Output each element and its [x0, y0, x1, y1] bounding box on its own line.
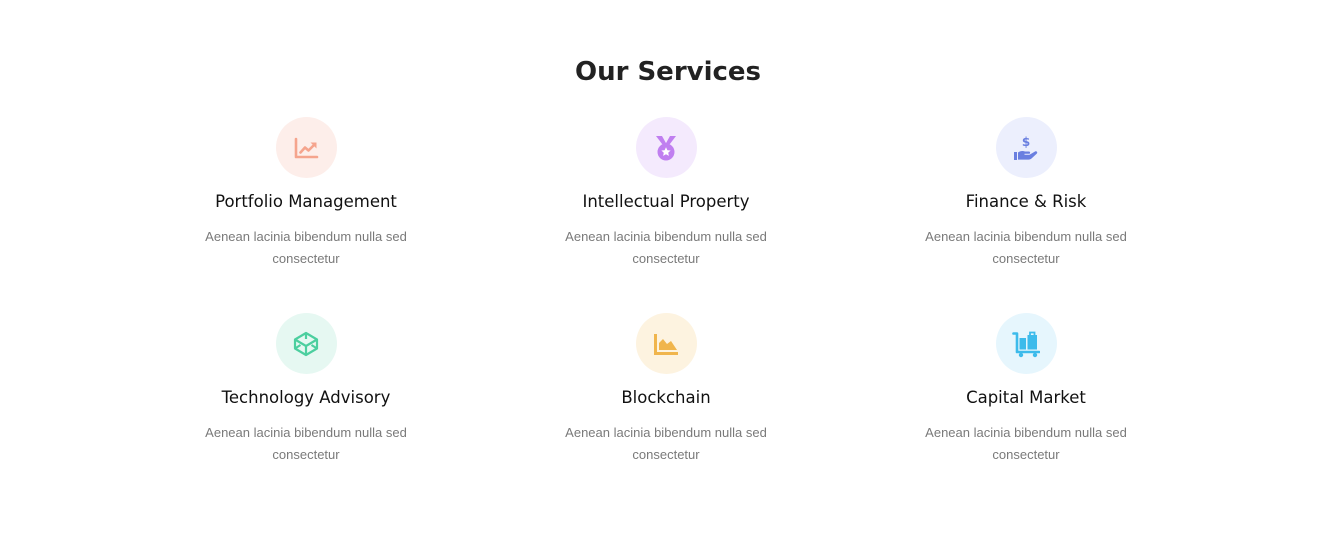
- icon-circle: [275, 117, 337, 178]
- hand-holding-dollar-icon: $: [1014, 135, 1038, 160]
- svg-text:$: $: [1022, 135, 1030, 149]
- service-title: Capital Market: [966, 388, 1086, 407]
- service-title: Technology Advisory: [221, 388, 391, 407]
- service-card-blockchain: Blockchain Aenean lacinia bibendum nulla…: [516, 313, 816, 466]
- icon-circle: [275, 313, 337, 374]
- service-description: Aenean lacinia bibendum nulla sed consec…: [565, 229, 767, 266]
- service-card-capital-market: Capital Market Aenean lacinia bibendum n…: [876, 313, 1176, 466]
- icon-circle: [995, 313, 1057, 374]
- service-title: Portfolio Management: [215, 192, 397, 211]
- icon-circle: $: [995, 117, 1057, 178]
- service-card-finance-risk: $ Finance & Risk Aenean lacinia bibendum…: [876, 117, 1176, 270]
- service-description: Aenean lacinia bibendum nulla sed consec…: [565, 425, 767, 462]
- service-description: Aenean lacinia bibendum nulla sed consec…: [925, 229, 1127, 266]
- chart-line-up-icon: [294, 137, 319, 158]
- service-description: Aenean lacinia bibendum nulla sed consec…: [205, 425, 407, 462]
- cube-icon: [293, 331, 319, 356]
- luggage-cart-icon: [1012, 331, 1040, 357]
- medal-icon: [656, 135, 676, 160]
- service-title: Blockchain: [621, 388, 711, 407]
- service-description: Aenean lacinia bibendum nulla sed consec…: [925, 425, 1127, 462]
- service-card-technology-advisory: Technology Advisory Aenean lacinia biben…: [156, 313, 456, 466]
- service-description: Aenean lacinia bibendum nulla sed consec…: [205, 229, 407, 266]
- chart-area-icon: [654, 333, 678, 355]
- icon-circle: [635, 313, 697, 374]
- service-card-portfolio-management: Portfolio Management Aenean lacinia bibe…: [156, 117, 456, 270]
- icon-circle: [635, 117, 697, 178]
- service-title: Intellectual Property: [582, 192, 750, 211]
- service-title: Finance & Risk: [965, 192, 1087, 211]
- service-card-intellectual-property: Intellectual Property Aenean lacinia bib…: [516, 117, 816, 270]
- section-title: Our Services: [574, 57, 762, 87]
